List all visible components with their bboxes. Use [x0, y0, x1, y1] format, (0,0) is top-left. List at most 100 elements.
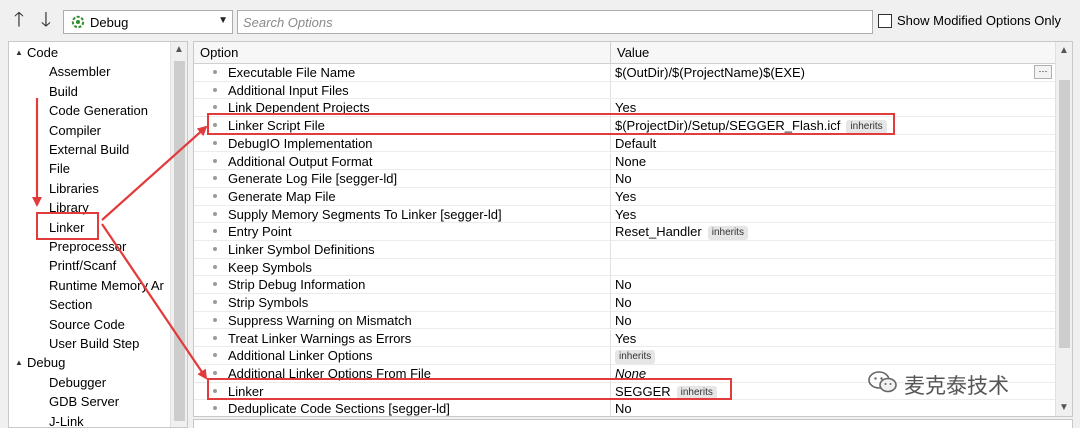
- tree-item-label: Code: [27, 45, 59, 60]
- configuration-select[interactable]: Debug ▼: [63, 10, 233, 34]
- option-row[interactable]: Suppress Warning on Mismatch No: [194, 311, 1056, 330]
- option-value: No: [615, 277, 632, 293]
- option-value-cell[interactable]: inherits: [611, 347, 1056, 365]
- tree-scroll-thumb[interactable]: [174, 61, 185, 421]
- expand-caret-icon[interactable]: ▲: [15, 353, 27, 372]
- option-value-cell[interactable]: No: [611, 276, 1056, 295]
- tree-item-assembler[interactable]: Assembler: [49, 62, 110, 81]
- option-name: Suppress Warning on Mismatch: [228, 312, 412, 328]
- bullet-icon: [213, 193, 217, 198]
- option-value: No: [615, 295, 632, 311]
- option-name-cell: Strip Symbols: [194, 294, 611, 312]
- bullet-icon: [213, 247, 217, 251]
- option-name: Strip Symbols: [228, 295, 309, 311]
- tree-item-compiler[interactable]: Compiler: [49, 121, 101, 140]
- option-row[interactable]: Strip Symbols No: [194, 294, 1056, 312]
- browse-ellipsis-button[interactable]: ···: [1034, 65, 1052, 79]
- tree-item-runtime-memory-ar[interactable]: Runtime Memory Ar: [49, 276, 164, 295]
- search-options-input[interactable]: [238, 11, 872, 33]
- option-row[interactable]: Deduplicate Code Sections [segger-ld] No: [194, 400, 1056, 416]
- option-row[interactable]: Executable File Name $(OutDir)/$(ProjectN…: [194, 64, 1056, 82]
- option-value-cell[interactable]: None: [611, 153, 1056, 171]
- option-value-cell[interactable]: $(OutDir)/$(ProjectName)$(EXE) ···: [611, 64, 1056, 82]
- tree-group-debug[interactable]: ▲ Debug: [15, 353, 65, 372]
- grid-scrollbar[interactable]: ▲ ▼: [1055, 42, 1072, 416]
- tree-scrollbar[interactable]: ▲: [170, 42, 187, 427]
- scroll-up-icon[interactable]: ▲: [174, 44, 184, 55]
- tree-item-label: Assembler: [49, 64, 111, 80]
- up-arrow-icon[interactable]: 🡑: [9, 8, 29, 32]
- option-name: Linker Symbol Definitions: [228, 242, 375, 257]
- option-value-cell[interactable]: [611, 259, 1056, 277]
- tree-item-section[interactable]: Section: [49, 295, 92, 314]
- option-row[interactable]: Entry Point Reset_Handler inherits: [194, 223, 1056, 241]
- option-name-cell: DebugIO Implementation: [194, 134, 611, 153]
- option-name-cell: Strip Debug Information: [194, 276, 611, 295]
- scroll-down-icon[interactable]: ▼: [1059, 402, 1069, 413]
- option-row[interactable]: Supply Memory Segments To Linker [segger…: [194, 205, 1056, 224]
- option-value-cell[interactable]: Yes: [611, 206, 1056, 224]
- bullet-icon: [213, 140, 217, 145]
- option-value: Yes: [615, 206, 637, 222]
- option-value-cell[interactable]: Default: [611, 135, 1056, 153]
- option-value-cell[interactable]: [611, 241, 1056, 259]
- inherits-badge: inherits: [707, 226, 748, 241]
- down-arrow-icon[interactable]: 🡓: [36, 8, 56, 32]
- option-name: Supply Memory Segments To Linker [segger…: [228, 206, 502, 222]
- tree-item-printf-scanf[interactable]: Printf/Scanf: [49, 256, 116, 275]
- expand-caret-icon[interactable]: ▲: [15, 43, 27, 62]
- column-header-option[interactable]: Option: [194, 42, 611, 64]
- option-name: Additional Input Files: [228, 82, 349, 98]
- option-row[interactable]: Linker Symbol Definitions: [194, 241, 1056, 259]
- tree-item-libraries[interactable]: Libraries: [49, 179, 99, 198]
- tree-item-file[interactable]: File: [49, 159, 70, 178]
- option-row[interactable]: Treat Linker Warnings as Errors Yes: [194, 329, 1056, 348]
- option-row[interactable]: Generate Map File Yes: [194, 187, 1056, 206]
- tree-item-j-link[interactable]: J-Link: [49, 412, 84, 428]
- option-name-cell: Additional Output Format: [194, 152, 611, 171]
- tree-item-gdb-server[interactable]: GDB Server: [49, 392, 119, 411]
- description-pane: [193, 419, 1073, 428]
- option-value-cell[interactable]: No: [611, 170, 1056, 188]
- tree-item-debugger[interactable]: Debugger: [49, 373, 106, 392]
- option-value-cell[interactable]: No: [611, 400, 1056, 416]
- option-value-cell[interactable]: Yes: [611, 330, 1056, 348]
- option-value-cell[interactable]: No: [611, 294, 1056, 312]
- tree-item-label: J-Link: [49, 413, 84, 428]
- tree-item-code-generation[interactable]: Code Generation: [49, 101, 148, 120]
- option-row[interactable]: Generate Log File [segger-ld] No: [194, 170, 1056, 188]
- option-value-cell[interactable]: [611, 82, 1056, 100]
- search-options-box[interactable]: [237, 10, 873, 34]
- option-name: Generate Map File: [228, 188, 336, 204]
- show-modified-label: Show Modified Options Only: [897, 13, 1062, 28]
- option-name-cell: Linker Symbol Definitions: [194, 241, 611, 259]
- option-value-cell[interactable]: Reset_Handler inherits: [611, 223, 1056, 241]
- tree-item-build[interactable]: Build: [49, 82, 78, 101]
- tree-item-external-build[interactable]: External Build: [49, 140, 129, 159]
- option-row[interactable]: Additional Linker Options inherits: [194, 347, 1056, 365]
- tree-group-code[interactable]: ▲ Code: [15, 43, 58, 62]
- option-name-cell: Generate Map File: [194, 187, 611, 206]
- grid-scroll-thumb[interactable]: [1059, 80, 1070, 348]
- tree-item-label: External Build: [49, 142, 130, 157]
- bullet-icon: [213, 176, 217, 181]
- option-row[interactable]: Additional Input Files: [194, 81, 1056, 100]
- tree-item-user-build-step[interactable]: User Build Step: [49, 334, 139, 353]
- column-header-value[interactable]: Value: [611, 42, 1056, 64]
- option-row[interactable]: Additional Output Format None: [194, 152, 1056, 171]
- option-value: Default: [615, 135, 657, 151]
- option-row[interactable]: Strip Debug Information No: [194, 276, 1056, 295]
- toolbar: 🡑 🡓 Debug ▼ Show Modified Options Only: [0, 0, 1080, 40]
- tree-item-source-code[interactable]: Source Code: [49, 315, 125, 334]
- option-row[interactable]: Keep Symbols: [194, 258, 1056, 277]
- option-name: Additional Linker Options: [228, 348, 373, 364]
- option-value-cell[interactable]: Yes: [611, 188, 1056, 206]
- option-value-cell[interactable]: No: [611, 312, 1056, 330]
- option-row[interactable]: DebugIO Implementation Default: [194, 134, 1056, 153]
- option-value: Reset_Handler: [615, 224, 702, 240]
- tree-item-label: User Build Step: [49, 336, 140, 351]
- scroll-up-icon[interactable]: ▲: [1059, 45, 1069, 56]
- show-modified-checkbox[interactable]: [878, 14, 892, 28]
- tree-item-label: Compiler: [49, 122, 102, 138]
- option-name-cell: Supply Memory Segments To Linker [segger…: [194, 205, 611, 224]
